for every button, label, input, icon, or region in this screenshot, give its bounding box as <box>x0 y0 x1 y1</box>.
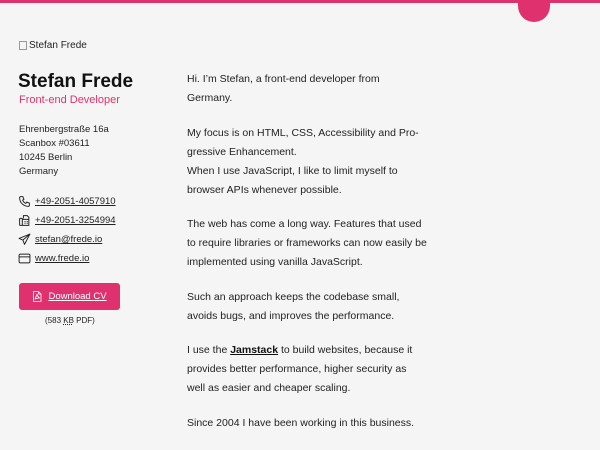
bio-text: Hi. I’m Stefan, a front-end developer fr… <box>187 70 427 448</box>
bio-focus-line: My focus is on HTML, CSS, Accessibility … <box>187 126 419 158</box>
postal-address: Ehrenbergstraße 16a Scanbox #03611 10245… <box>19 123 109 179</box>
address-box: Scanbox #03611 <box>19 138 90 149</box>
contact-email: stefan@frede.io <box>18 230 116 249</box>
profile-name: Stefan Frede <box>18 71 134 92</box>
download-cv-label: Download CV <box>48 291 107 302</box>
bio-paragraph-jamstack: I use the Jamstack to build websites, be… <box>187 341 427 398</box>
bio-js-line: When I use JavaScript, I like to limit m… <box>187 164 398 196</box>
profile-role: Front-end Developer <box>19 94 120 106</box>
website-link[interactable]: www.frede.io <box>35 253 89 264</box>
contact-list: +49-2051-4057910 +49-2051-3254994 stefan… <box>18 192 116 268</box>
cv-size-unit: KB <box>63 316 74 325</box>
broken-image-icon <box>19 41 27 50</box>
pdf-file-icon <box>33 291 42 302</box>
cv-size-value: (583 <box>45 316 64 325</box>
email-at: @ <box>60 234 71 245</box>
download-cv-button[interactable]: Download CV <box>19 283 120 310</box>
bio-paragraph-focus: My focus is on HTML, CSS, Accessibility … <box>187 124 427 200</box>
email-user: stefan <box>35 234 61 245</box>
phone-link[interactable]: +49-2051-4057910 <box>35 196 116 207</box>
bio-paragraph-intro: Hi. I’m Stefan, a front-end developer fr… <box>187 73 380 104</box>
jamstack-link[interactable]: Jamstack <box>230 344 278 356</box>
email-link[interactable]: stefan@frede.io <box>35 234 102 245</box>
bio-jamstack-before: I use the <box>187 344 231 356</box>
fax-icon <box>19 215 30 226</box>
fax-link[interactable]: +49-2051-3254994 <box>35 215 116 226</box>
contact-website: www.frede.io <box>18 249 116 268</box>
cv-file-type: PDF) <box>73 316 95 325</box>
bio-paragraph-approach: Such an approach keeps the codebase smal… <box>187 290 400 322</box>
address-country: Germany <box>19 166 59 177</box>
phone-icon <box>19 196 30 207</box>
browser-window-icon <box>18 253 31 264</box>
top-accent-bar <box>0 0 600 3</box>
cv-file-info: (583 KB PDF) <box>45 316 95 325</box>
email-domain: frede.io <box>70 234 103 245</box>
paper-plane-icon <box>18 233 31 245</box>
bio-paragraph-since: Since 2004 I have been working in this b… <box>187 416 415 429</box>
avatar: Stefan Frede <box>19 40 87 51</box>
contact-phone: +49-2051-4057910 <box>18 192 116 211</box>
address-city: 10245 Berlin <box>19 152 73 163</box>
contact-fax: +49-2051-3254994 <box>18 211 116 230</box>
corner-decoration <box>518 0 550 22</box>
bio-paragraph-web: The web has come a long way. Features th… <box>187 218 427 268</box>
avatar-alt-text: Stefan Frede <box>29 40 87 51</box>
address-street: Ehrenbergstraße 16a <box>19 124 109 135</box>
